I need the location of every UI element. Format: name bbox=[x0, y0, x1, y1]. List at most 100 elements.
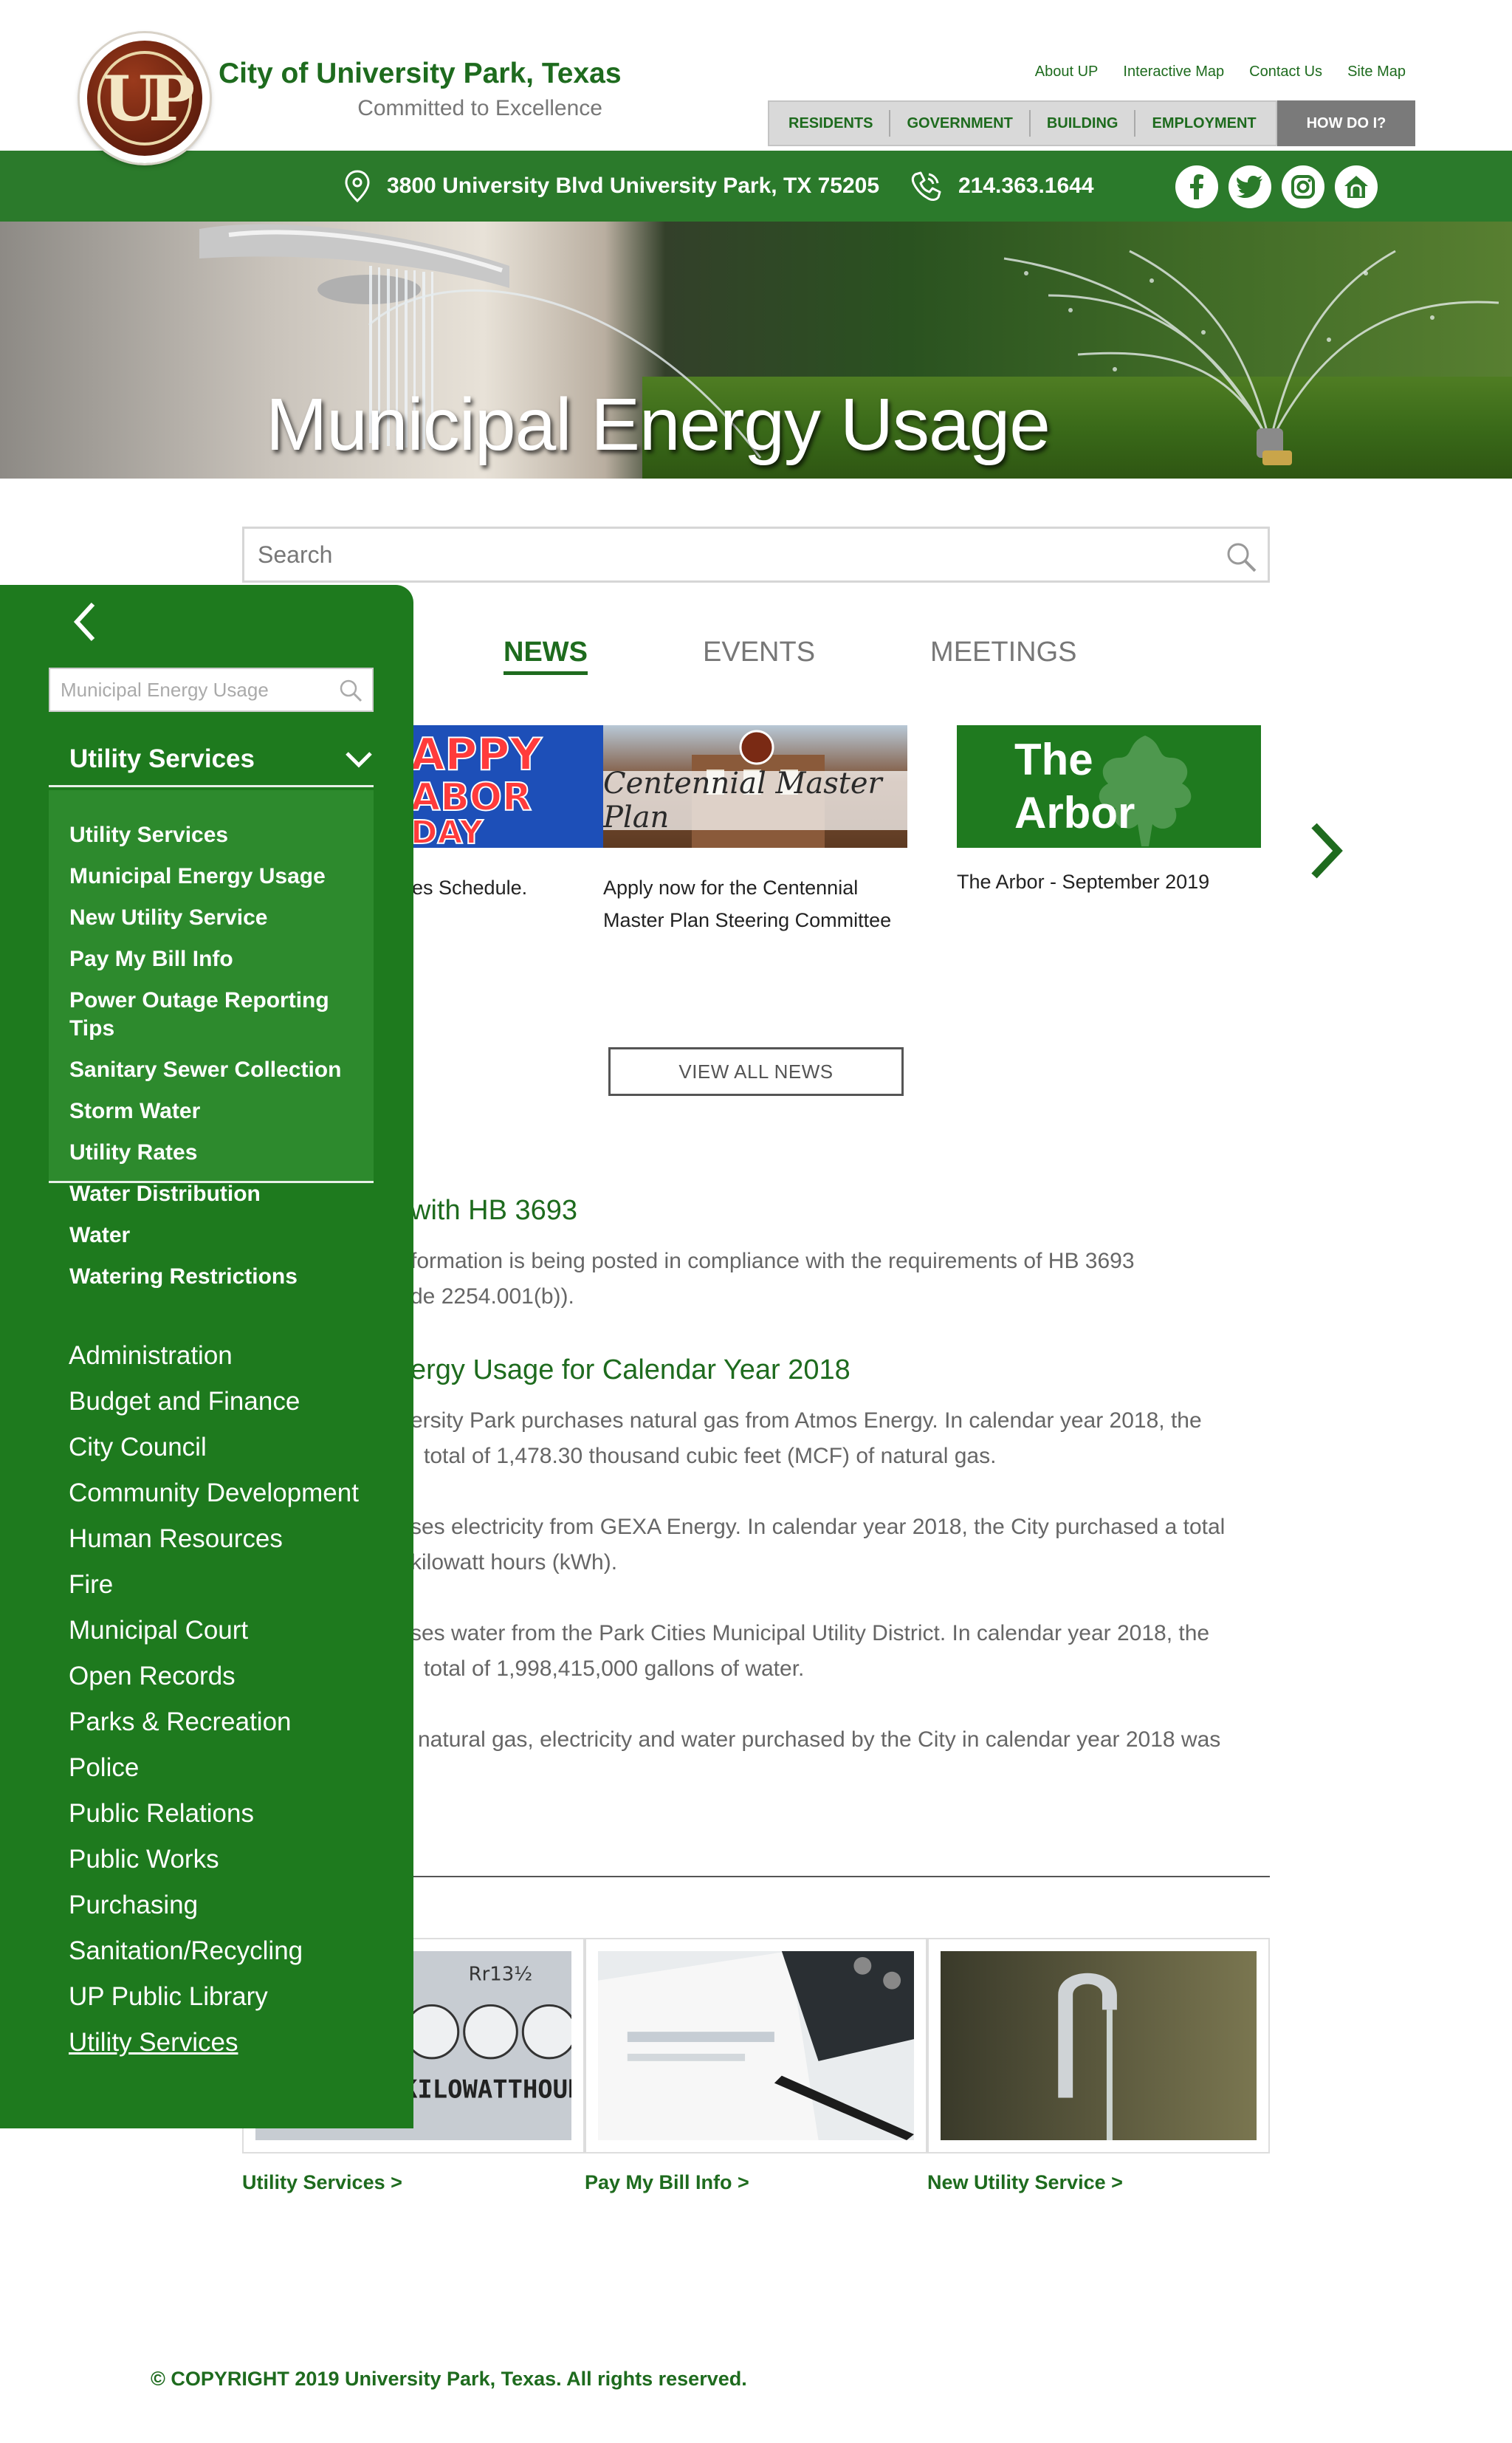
nav-residents[interactable]: RESIDENTS bbox=[772, 110, 889, 137]
sidebar-sub-item[interactable]: Sanitary Sewer Collection bbox=[49, 1056, 374, 1084]
sidebar-sub-item[interactable]: Utility Rates bbox=[49, 1139, 374, 1167]
paragraph: formation is being posted in compliance … bbox=[410, 1244, 1135, 1315]
sidebar-sub-item[interactable]: Municipal Energy Usage bbox=[49, 863, 374, 891]
view-all-news-button[interactable]: VIEW ALL NEWS bbox=[608, 1047, 904, 1096]
site-tagline: Committed to Excellence bbox=[357, 96, 602, 120]
news-card[interactable]: The Arbor The Arbor - September 2019 bbox=[957, 725, 1261, 898]
sidebar-sub-item[interactable]: Watering Restrictions bbox=[49, 1263, 374, 1291]
nav-building[interactable]: BUILDING bbox=[1028, 110, 1135, 137]
copyright: © COPYRIGHT 2019 University Park, Texas.… bbox=[151, 2368, 747, 2390]
sidebar-item[interactable]: UP Public Library bbox=[69, 1982, 359, 2012]
sidebar-sub-item[interactable]: Water bbox=[49, 1222, 374, 1250]
sidebar-item[interactable]: Community Development bbox=[69, 1479, 359, 1508]
sidebar-item[interactable]: Municipal Court bbox=[69, 1616, 359, 1645]
sidebar-item[interactable]: Fire bbox=[69, 1570, 359, 1600]
paragraph-line: ses electricity from GEXA Energy. In cal… bbox=[410, 1515, 1226, 1539]
calculator-bill-image bbox=[598, 1951, 914, 2140]
section-heading: with HB 3693 bbox=[410, 1195, 578, 1226]
nav-employment[interactable]: EMPLOYMENT bbox=[1134, 110, 1272, 137]
sidebar-sub-item[interactable]: Pay My Bill Info bbox=[49, 945, 374, 973]
sidebar-item[interactable]: Public Works bbox=[69, 1845, 359, 1874]
phone[interactable]: 214.363.1644 bbox=[910, 170, 1094, 202]
search-icon[interactable] bbox=[338, 678, 363, 703]
news-thumbnail[interactable]: Centennial Master Plan bbox=[603, 725, 907, 848]
sidebar-item[interactable]: Parks & Recreation bbox=[69, 1707, 359, 1737]
city-logo[interactable]: UP bbox=[80, 33, 210, 163]
site-map-link[interactable]: Site Map bbox=[1347, 64, 1406, 80]
sidebar-item-current[interactable]: Utility Services bbox=[69, 2028, 359, 2057]
sidebar-item[interactable]: Sanitation/Recycling bbox=[69, 1936, 359, 1966]
search-input[interactable] bbox=[244, 529, 1268, 580]
sidebar-item[interactable]: Budget and Finance bbox=[69, 1387, 359, 1416]
contact-us-link[interactable]: Contact Us bbox=[1249, 64, 1322, 80]
sidebar-menu: Utility Services Utility Services Munici… bbox=[0, 585, 413, 2128]
sidebar-sub-item[interactable]: Water Distribution bbox=[49, 1180, 374, 1208]
new-utility-service-link[interactable]: New Utility Service > bbox=[927, 2171, 1123, 2194]
nav-government[interactable]: GOVERNMENT bbox=[889, 110, 1028, 137]
address-text: 3800 University Blvd University Park, TX… bbox=[387, 174, 880, 198]
contact-info-bar: 3800 University Blvd University Park, TX… bbox=[0, 151, 1512, 222]
nextdoor-icon[interactable] bbox=[1335, 165, 1378, 208]
content-tabs: NEWS EVENTS MEETINGS bbox=[504, 637, 1077, 675]
sidebar-submenu: Utility Services Municipal Energy Usage … bbox=[49, 790, 374, 1289]
site-header: UP City of University Park, Texas Commit… bbox=[0, 0, 1512, 163]
tab-meetings[interactable]: MEETINGS bbox=[930, 637, 1076, 675]
sidebar-departments: Administration Budget and Finance City C… bbox=[69, 1341, 359, 2074]
pay-my-bill-link[interactable]: Pay My Bill Info > bbox=[585, 2171, 749, 2194]
search-icon[interactable] bbox=[1225, 541, 1257, 573]
quick-link-card[interactable] bbox=[927, 1938, 1270, 2154]
paragraph-line: ersity Park purchases natural gas from A… bbox=[410, 1408, 1202, 1433]
logo-monogram: UP bbox=[103, 61, 195, 135]
meter-label: KILOWATTHOURS bbox=[402, 2074, 571, 2103]
site-search bbox=[242, 527, 1270, 583]
sidebar-item[interactable]: Public Relations bbox=[69, 1799, 359, 1829]
sidebar-section-utility-services[interactable]: Utility Services bbox=[49, 737, 374, 787]
sidebar-search-input[interactable] bbox=[50, 669, 372, 710]
logo-ring: UP bbox=[97, 51, 195, 145]
paragraph-line: de 2254.001(b)). bbox=[410, 1284, 574, 1309]
map-pin-icon bbox=[345, 170, 370, 202]
main-nav: RESIDENTS GOVERNMENT BUILDING EMPLOYMENT… bbox=[768, 100, 1416, 146]
how-do-i-button[interactable]: HOW DO I? bbox=[1276, 100, 1416, 146]
main-nav-group: RESIDENTS GOVERNMENT BUILDING EMPLOYMENT bbox=[768, 100, 1277, 146]
about-up-link[interactable]: About UP bbox=[1035, 64, 1099, 80]
news-card[interactable]: Centennial Master Plan Apply now for the… bbox=[603, 725, 907, 936]
chevron-down-icon[interactable] bbox=[344, 750, 374, 770]
news-caption-line: Master Plan Steering Committee bbox=[603, 909, 892, 931]
carousel-next-icon[interactable] bbox=[1308, 821, 1344, 880]
news-caption[interactable]: The Arbor - September 2019 bbox=[957, 866, 1261, 898]
quick-link-card[interactable] bbox=[585, 1938, 927, 2154]
paragraph-line: ses water from the Park Cities Municipal… bbox=[410, 1621, 1210, 1645]
site-title[interactable]: City of University Park, Texas bbox=[219, 58, 622, 90]
tab-news[interactable]: NEWS bbox=[504, 637, 588, 675]
phone-icon bbox=[911, 171, 941, 201]
sidebar-sub-item[interactable]: Storm Water bbox=[49, 1097, 374, 1125]
utility-services-link[interactable]: Utility Services > bbox=[242, 2171, 402, 2194]
address[interactable]: 3800 University Blvd University Park, TX… bbox=[344, 170, 879, 202]
paragraph: natural gas, electricity and water purch… bbox=[418, 1727, 1221, 1752]
interactive-map-link[interactable]: Interactive Map bbox=[1123, 64, 1224, 80]
paragraph: ses water from the Park Cities Municipal… bbox=[410, 1616, 1209, 1687]
sidebar-item[interactable]: Police bbox=[69, 1753, 359, 1783]
sidebar-item[interactable]: City Council bbox=[69, 1433, 359, 1462]
twitter-icon[interactable] bbox=[1228, 165, 1271, 208]
utility-links: About UP Interactive Map Contact Us Site… bbox=[1035, 64, 1406, 80]
svg-text:Rr13½: Rr13½ bbox=[469, 1964, 533, 1986]
sidebar-sub-item[interactable]: New Utility Service bbox=[49, 904, 374, 932]
news-caption[interactable]: Apply now for the Centennial Master Plan… bbox=[603, 871, 907, 936]
back-arrow-icon[interactable] bbox=[71, 600, 100, 644]
sidebar-item[interactable]: Purchasing bbox=[69, 1891, 359, 1920]
sidebar-item[interactable]: Human Resources bbox=[69, 1524, 359, 1554]
sidebar-item[interactable]: Open Records bbox=[69, 1662, 359, 1691]
facebook-icon[interactable] bbox=[1175, 165, 1218, 208]
instagram-icon[interactable] bbox=[1282, 165, 1324, 208]
sidebar-item[interactable]: Administration bbox=[69, 1341, 359, 1371]
arbor-day-text: APPY bbox=[410, 729, 543, 781]
section-heading: ergy Usage for Calendar Year 2018 bbox=[410, 1354, 850, 1385]
tab-events[interactable]: EVENTS bbox=[703, 637, 815, 675]
sidebar-sub-item[interactable]: Utility Services bbox=[49, 821, 374, 849]
sprinkler-image bbox=[1003, 250, 1499, 465]
paragraph-line: total of 1,998,415,000 gallons of water. bbox=[424, 1656, 805, 1681]
news-thumbnail[interactable]: The Arbor bbox=[957, 725, 1261, 848]
sidebar-sub-item[interactable]: Power Outage Reporting Tips bbox=[49, 987, 374, 1043]
